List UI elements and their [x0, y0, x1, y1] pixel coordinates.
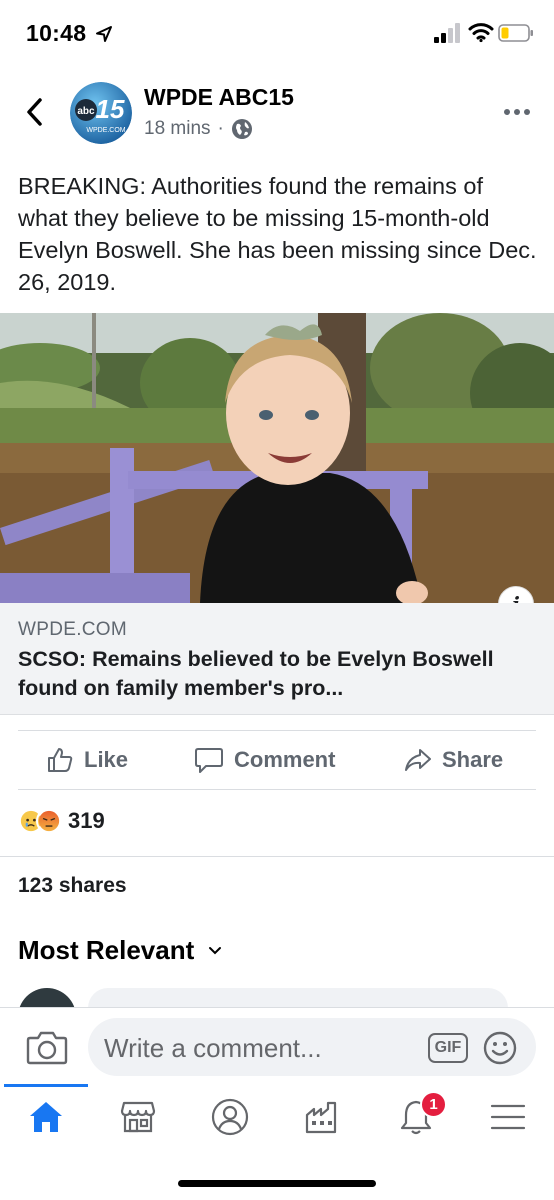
svg-text:15: 15	[96, 94, 125, 124]
wpde-logo: abc 15 WPDE.COM	[70, 82, 132, 144]
sort-label: Most Relevant	[18, 935, 195, 965]
gif-button[interactable]: GIF	[428, 1033, 468, 1063]
divider	[18, 789, 536, 790]
share-arrow-icon	[405, 749, 431, 771]
link-domain: WPDE.COM	[18, 619, 128, 640]
post-text: BREAKING: Authorities found the remains …	[18, 173, 537, 295]
like-label: Like	[84, 747, 129, 772]
page-avatar[interactable]: abc 15 WPDE.COM	[70, 82, 132, 144]
wifi-icon	[468, 23, 494, 43]
battery-icon	[498, 24, 533, 42]
reaction-count: 319	[68, 808, 105, 833]
svg-text:abc: abc	[77, 106, 95, 117]
shares-count[interactable]: 123 shares	[18, 874, 127, 898]
menu-icon[interactable]	[488, 1097, 528, 1137]
status-bar: 10:48	[0, 0, 554, 70]
emoji-icon[interactable]	[482, 1030, 518, 1066]
post-timestamp[interactable]: 18 mins	[144, 118, 211, 140]
pages-icon[interactable]	[302, 1097, 342, 1137]
comment-button[interactable]: Comment	[194, 742, 335, 778]
like-button[interactable]: Like	[46, 742, 128, 778]
comment-label: Comment	[234, 747, 336, 772]
link-preview-card[interactable]: WPDE.COM SCSO: Remains believed to be Ev…	[0, 603, 554, 715]
divider	[18, 730, 536, 731]
camera-icon[interactable]	[26, 1028, 68, 1066]
meta-separator: ·	[217, 118, 224, 139]
thumbs-up-icon	[48, 748, 73, 772]
comment-placeholder: Write a comment...	[104, 1033, 322, 1063]
globe-icon	[231, 119, 252, 139]
comment-bubble-icon	[195, 748, 223, 773]
home-icon[interactable]	[26, 1097, 66, 1137]
link-title: SCSO: Remains believed to be Evelyn Bosw…	[18, 647, 494, 700]
comment-composer: Write a comment... GIF	[0, 1007, 554, 1085]
angry-reaction-icon	[36, 808, 62, 834]
chevron-down-icon	[209, 946, 222, 954]
back-button[interactable]	[22, 96, 48, 128]
cellular-signal-icon	[434, 23, 460, 43]
bottom-nav: 1	[0, 1087, 554, 1152]
marketplace-icon[interactable]	[118, 1097, 158, 1137]
divider	[0, 856, 554, 857]
notification-badge: 1	[420, 1091, 447, 1118]
post-meta: 18 mins ·	[144, 118, 253, 140]
profile-icon[interactable]	[210, 1097, 250, 1137]
reactions-summary[interactable]: 319	[18, 808, 105, 834]
comment-sort-selector[interactable]: Most Relevant	[18, 935, 222, 966]
status-time: 10:48	[26, 20, 87, 46]
share-label: Share	[442, 747, 504, 772]
home-indicator	[178, 1180, 376, 1187]
photo-illustration	[0, 313, 554, 603]
link-preview-image[interactable]	[0, 313, 554, 603]
comment-input[interactable]: Write a comment... GIF	[88, 1018, 536, 1076]
svg-text:WPDE.COM: WPDE.COM	[86, 127, 125, 134]
location-arrow-icon	[96, 26, 112, 42]
page-name[interactable]: WPDE ABC15	[144, 84, 294, 111]
share-button[interactable]: Share	[404, 742, 503, 778]
more-options-icon[interactable]	[502, 102, 532, 122]
